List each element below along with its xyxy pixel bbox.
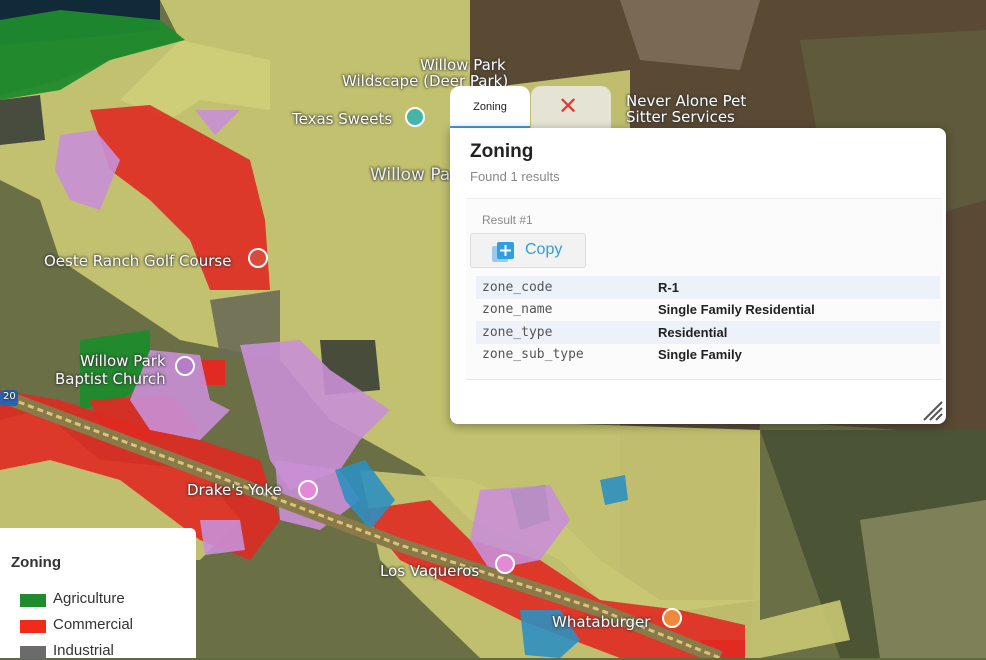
- golf-pin-icon[interactable]: [248, 248, 268, 268]
- table-row: zone_code R-1: [476, 276, 940, 299]
- church-pin-icon[interactable]: [175, 356, 195, 376]
- feature-info-popup: Zoning Found 1 results Result #1 Copy zo…: [450, 128, 946, 424]
- legend-label: Agriculture: [53, 590, 125, 607]
- poi-label[interactable]: Oeste Ranch Golf Course: [44, 252, 231, 270]
- attribute-value: R-1: [652, 276, 940, 299]
- attribute-table: zone_code R-1 zone_name Single Family Re…: [476, 276, 940, 366]
- poi-label[interactable]: Whataburger: [552, 613, 650, 631]
- popup-subtitle: Found 1 results: [470, 169, 560, 184]
- poi-label[interactable]: Texas Sweets: [292, 110, 392, 128]
- table-row: zone_sub_type Single Family: [476, 344, 940, 367]
- poi-label[interactable]: Willow Pa: [370, 165, 450, 185]
- popup-title: Zoning: [470, 141, 534, 162]
- food-pin-icon[interactable]: [662, 608, 682, 628]
- copy-button[interactable]: Copy: [470, 233, 586, 268]
- attribute-value: Single Family: [658, 347, 742, 363]
- close-tab[interactable]: ✕: [531, 86, 611, 128]
- tab-zoning[interactable]: Zoning: [450, 86, 530, 128]
- poi-pin-icon[interactable]: [405, 107, 425, 127]
- poi-label[interactable]: Drake's Yoke: [187, 481, 282, 499]
- legend-label: Industrial: [53, 642, 114, 659]
- food-pin-icon[interactable]: [298, 480, 318, 500]
- resize-grip-icon[interactable]: [918, 396, 944, 422]
- highway-number: 20: [3, 391, 16, 402]
- map-legend: Zoning Agriculture Commercial Industrial: [0, 528, 196, 659]
- attribute-key: zone_type: [476, 321, 652, 344]
- poi-label[interactable]: Sitter Services: [626, 108, 735, 126]
- copy-icon: [492, 242, 514, 262]
- table-row: zone_type Residential: [476, 321, 940, 344]
- legend-label: Commercial: [53, 616, 134, 633]
- table-row: zone_name Single Family Residential: [476, 299, 940, 322]
- attribute-key: zone_sub_type: [482, 347, 584, 363]
- result-label: Result #1: [482, 213, 533, 227]
- food-pin-icon[interactable]: [495, 554, 515, 574]
- legend-title: Zoning: [11, 554, 61, 571]
- attribute-value: Residential: [652, 321, 940, 344]
- poi-label[interactable]: Baptist Church: [55, 370, 166, 388]
- poi-label[interactable]: Los Vaqueros: [380, 562, 479, 580]
- copy-label: Copy: [525, 241, 563, 258]
- close-icon[interactable]: ✕: [558, 94, 578, 118]
- attribute-key: zone_name: [482, 302, 553, 318]
- result-panel: Result #1 Copy zone_code R-1 zone_name S…: [466, 198, 942, 380]
- legend-swatch: [20, 594, 46, 607]
- legend-swatch: [20, 646, 46, 659]
- legend-swatch: [20, 620, 46, 633]
- poi-label[interactable]: Willow Park: [80, 352, 166, 370]
- attribute-value: Single Family Residential: [658, 302, 815, 318]
- attribute-key: zone_code: [476, 276, 652, 299]
